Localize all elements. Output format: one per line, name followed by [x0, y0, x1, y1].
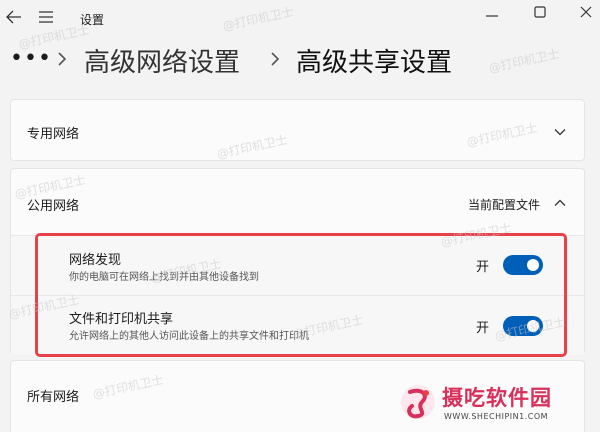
title-bar: 设置 [0, 0, 600, 34]
site-logo: 摄吃软件园 WWW.SHECHIPIN1.COM [398, 380, 598, 430]
maximize-icon[interactable] [532, 4, 548, 20]
minimize-icon[interactable] [484, 8, 500, 24]
breadcrumb-item-advanced-network[interactable]: 高级网络设置 [84, 42, 240, 79]
chevron-down-icon[interactable] [553, 125, 567, 139]
chevron-right-icon [58, 52, 67, 66]
back-arrow-icon[interactable] [6, 10, 22, 24]
chevron-right-icon [271, 52, 280, 66]
section-label: 专用网络 [27, 127, 80, 142]
page-title: 高级共享设置 [296, 48, 453, 78]
close-icon[interactable] [578, 4, 594, 20]
chevron-up-icon[interactable] [553, 196, 567, 210]
logo-url: WWW.SHECHIPIN1.COM [444, 412, 549, 421]
logo-mark-icon [401, 385, 435, 419]
logo-text: 摄吃软件园 [442, 386, 552, 410]
current-profile-label: 当前配置文件 [467, 198, 540, 212]
section-label: 所有网络 [27, 390, 80, 405]
hamburger-menu-icon[interactable] [38, 10, 54, 24]
